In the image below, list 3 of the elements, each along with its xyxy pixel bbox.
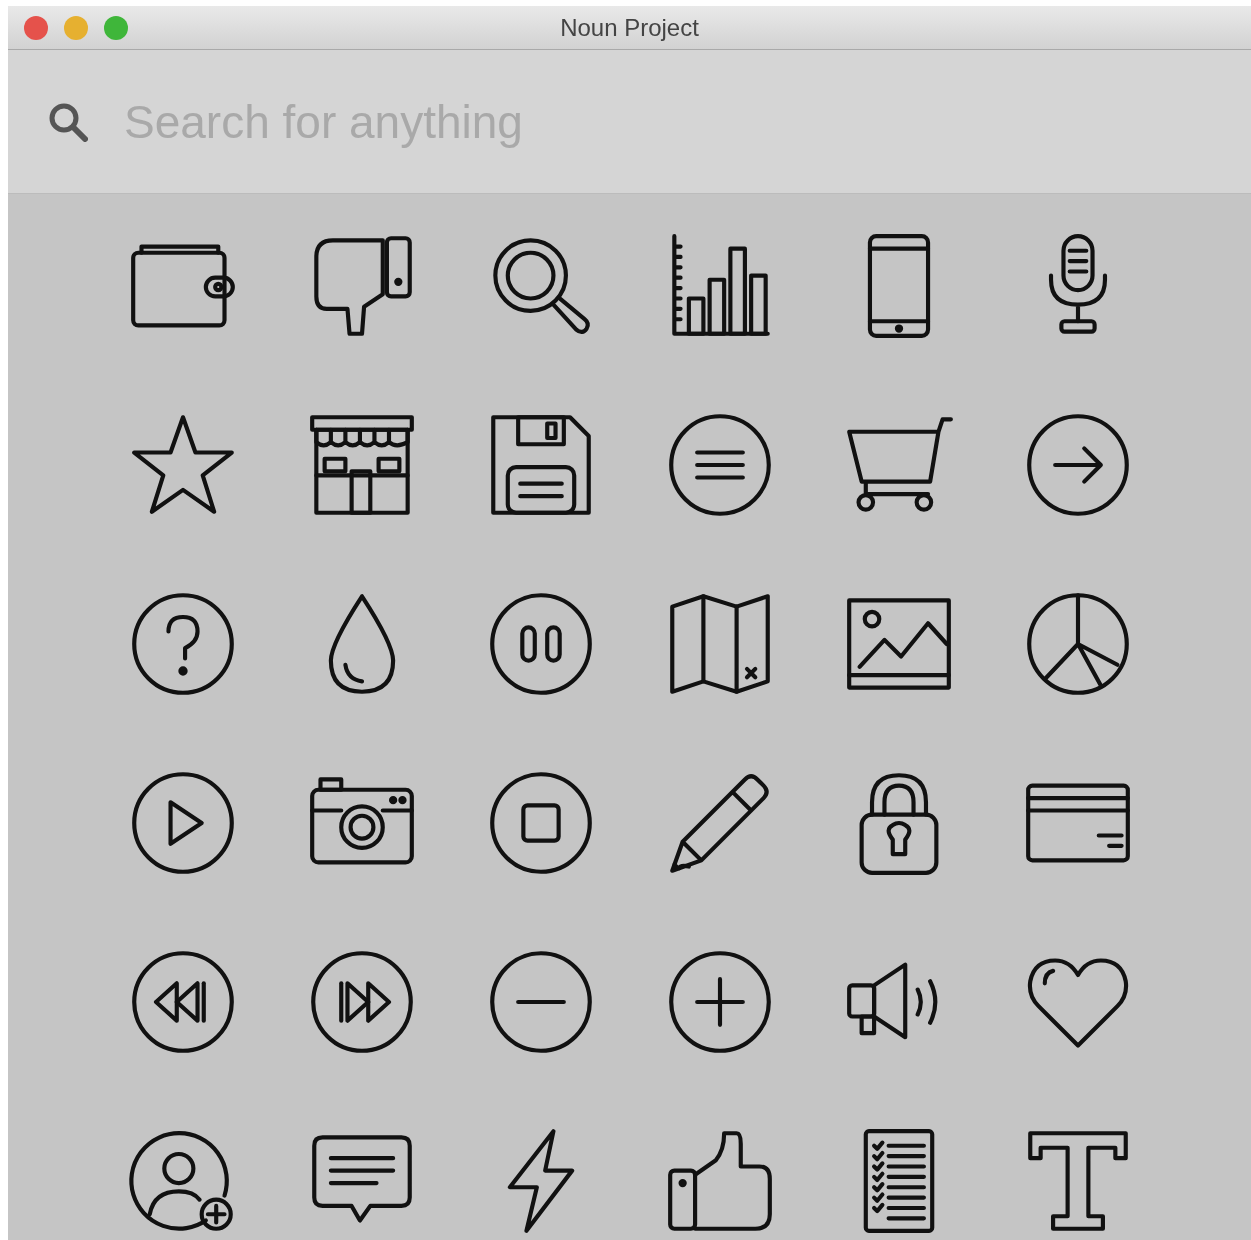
- window-title: Noun Project: [560, 13, 699, 42]
- close-button[interactable]: [24, 15, 48, 40]
- search-icon: [48, 101, 88, 142]
